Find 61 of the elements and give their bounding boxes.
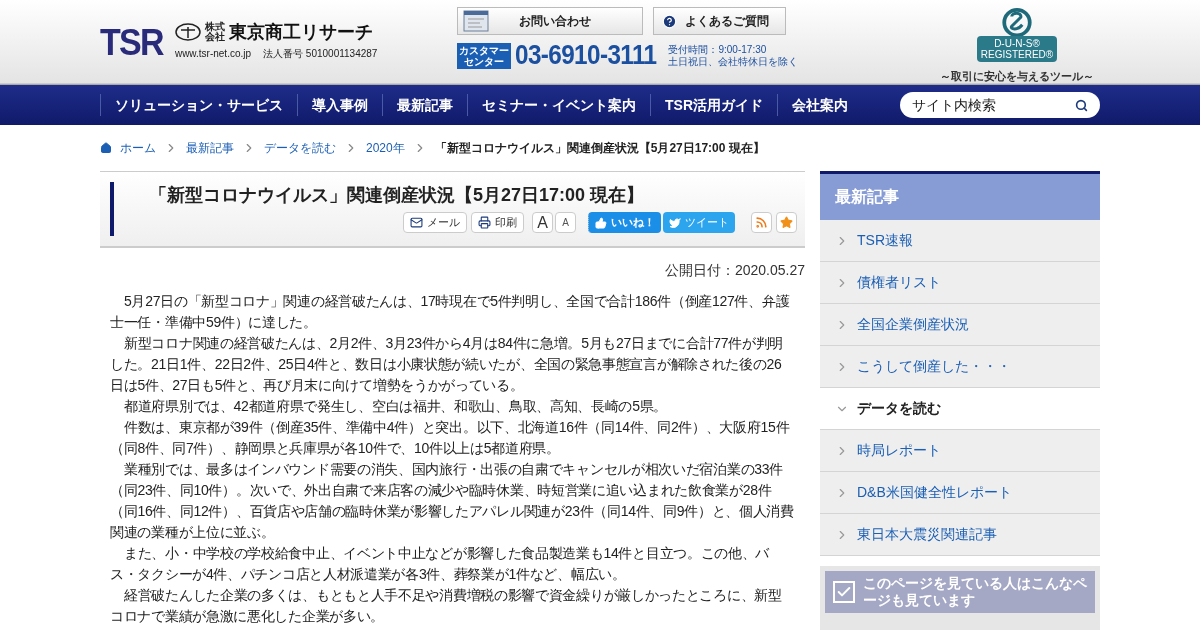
- article-paragraph: 都道府県別では、42都道府県で発生し、空白は福井、和歌山、鳥取、高知、長崎の5県。: [123, 397, 669, 416]
- print-button[interactable]: 印刷: [471, 212, 524, 233]
- article-paragraph: 業種別では、最多はインバウンド需要の消失、国内旅行・出張の自粛でキャンセルが相次いだ宿泊業の33件（同23件、同10件）。次いで、外出自粛で来店客の減少や臨時休業、時短営業に追い込まれた飲食業が28件（同16件、同12件）、百貨店や店舗の臨時休業が影響したアパレル関連が23件（同14件、同9件）と、個人消費関連の業種が上位に並ぶ。: [110, 460, 795, 542]
- breadcrumb-link[interactable]: 最新記事: [186, 139, 234, 157]
- nav-link[interactable]: 最新記事: [382, 94, 467, 116]
- nav-link[interactable]: ソリューション・サービス: [100, 94, 297, 116]
- font-small-button[interactable]: A: [555, 212, 576, 233]
- rss-icon: [755, 216, 768, 229]
- favorite-button[interactable]: [776, 212, 797, 233]
- registered-text: REGISTERED®: [980, 49, 1054, 60]
- sidebar-item[interactable]: D&B米国健全性レポート: [820, 472, 1100, 514]
- home-icon: [100, 142, 112, 154]
- publish-date: 公開日付：2020.05.27: [663, 261, 805, 280]
- sidebar-item[interactable]: 東日本大震災関連記事: [820, 514, 1100, 556]
- search-icon: [1075, 99, 1088, 112]
- bird-icon: [669, 216, 681, 229]
- sidebar-heading: 最新記事: [820, 171, 1100, 220]
- article-paragraph: 件数は、東京都が39件（倒産35件、準備中4件）と突出。以下、北海道16件（同14件、同2件）、大阪府15件（同8件、同7件）、静岡県と兵庫県が各10件で、10件以上は5都道府県。: [110, 418, 791, 458]
- corporate-number: 法人番号 5010001134287: [263, 47, 378, 61]
- help-icon: [662, 13, 678, 29]
- hours-text: 受付時間：9:00-17:30: [668, 43, 768, 56]
- breadcrumb-link[interactable]: 2020年: [366, 139, 405, 157]
- nav-link[interactable]: TSR活用ガイド: [650, 94, 777, 116]
- mail-icon: [410, 216, 423, 229]
- duns-text: D-U-N-S®: [994, 38, 1040, 49]
- nav-link[interactable]: セミナー・イベント案内: [467, 94, 650, 116]
- contact-button[interactable]: お問い合わせ: [457, 7, 644, 35]
- article-paragraph: 5月27日の「新型コロナ」関連の経営破たんは、17時現在で5件判明し、全国で合計186件（倒産127件、弁護士一任・準備中59件）に達した。: [110, 292, 791, 332]
- font-large-button[interactable]: A: [532, 212, 553, 233]
- printer-icon: [478, 216, 491, 229]
- tsr-logo: TSR: [100, 22, 163, 61]
- emblem-icon: [174, 23, 201, 41]
- article-paragraph: また、小・中学校の学校給食中止、イベント中止などが影響した食品製造業も14件と目立つ。この他、バス・タクシーが4件、パチンコ店と人材派遣業が各3件、葬祭業が1件など、幅広い。: [110, 544, 771, 584]
- closed-days-text: 土日祝日、会社特休日を除く: [668, 55, 799, 68]
- sidebar-item[interactable]: こうして倒産した・・・: [820, 346, 1100, 388]
- breadcrumb-link[interactable]: データを読む: [264, 139, 336, 157]
- search-field[interactable]: サイト内検索: [900, 92, 1100, 118]
- nav-link[interactable]: 導入事例: [297, 94, 382, 116]
- company-name: 東京商工リサーチ: [228, 23, 373, 41]
- article-title: 「新型コロナウイルス」関連倒産状況【5月27日17:00 現在】: [149, 184, 646, 207]
- customer-center-badge: カスタマーセンター: [457, 42, 512, 69]
- related-heading: このページを見ている人はこんなページも見ています: [863, 575, 1087, 609]
- star-icon: [780, 216, 793, 229]
- breadcrumb-link[interactable]: ホーム: [120, 139, 156, 157]
- company-prefix: 株式会社: [204, 22, 225, 42]
- rss-button[interactable]: [751, 212, 772, 233]
- website-url: www.tsr-net.co.jp: [174, 47, 252, 61]
- checkbox-icon: [833, 581, 855, 603]
- phone-number: 03-6910-3111: [515, 42, 657, 69]
- nav-link[interactable]: 会社案内: [777, 94, 862, 116]
- faq-button[interactable]: よくあるご質問: [653, 7, 787, 35]
- sidebar-item[interactable]: 時局レポート: [820, 430, 1100, 472]
- thumbs-up-icon: [595, 216, 607, 229]
- article-paragraph: 経営破たんした企業の多くは、もともと人手不足や消費増税の影響で資金繰りが厳しかったところに、新型コロナで業績が急激に悪化した企業が多い。: [110, 586, 783, 626]
- article-paragraph: 新型コロナ関連の経営破たんは、2月2件、3月23件から4月は84件に急増。5月も27日までに合計77件が判明した。21日1件、22日2件、25日4件と、数日は小康状態が続いたが、全国の緊急事態宣言が解除された後の26日は5件、27日も5件と、再び月末に向けて増勢をうかがっている。: [110, 334, 785, 395]
- breadcrumb-current: 「新型コロナウイルス」関連倒産状況【5月27日17:00 現在】: [434, 140, 765, 157]
- tagline: ～取引に安心を与えるツール～: [940, 69, 1094, 84]
- sidebar-item[interactable]: 債権者リスト: [820, 262, 1100, 304]
- sidebar-item[interactable]: TSR速報: [820, 220, 1100, 262]
- sidebar-item[interactable]: 全国企業倒産状況: [820, 304, 1100, 346]
- mail-button[interactable]: メール: [403, 212, 467, 233]
